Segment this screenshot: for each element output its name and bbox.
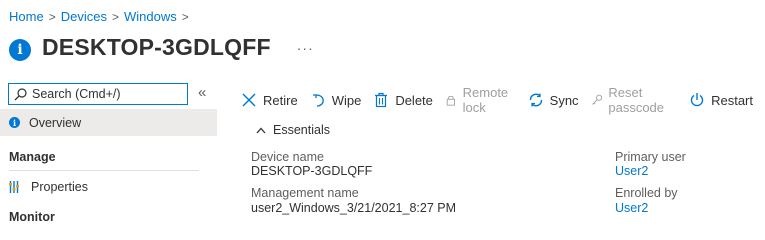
enrolled-by-link[interactable]: User2 [615, 201, 648, 215]
search-input[interactable] [32, 87, 182, 101]
retire-label: Retire [263, 92, 298, 108]
essentials-toggle[interactable]: Essentials [256, 123, 330, 137]
reset-passcode-button[interactable]: Reset passcode [591, 85, 678, 115]
breadcrumb-home[interactable]: Home [9, 9, 44, 24]
page-title: DESKTOP-3GDLQFF [42, 33, 271, 60]
x-icon [242, 93, 256, 107]
primary-user-label: Primary user [615, 150, 686, 164]
power-icon [690, 93, 704, 107]
wipe-label: Wipe [331, 92, 362, 108]
breadcrumb-separator: > [48, 9, 56, 24]
sync-label: Sync [549, 92, 579, 108]
remote-lock-button[interactable]: Remote lock [445, 85, 516, 115]
sidebar-item-properties[interactable]: Properties [9, 178, 88, 196]
retire-button[interactable]: Retire [241, 92, 298, 108]
restart-label: Restart [711, 92, 753, 108]
device-name-value: DESKTOP-3GDLQFF [251, 164, 373, 178]
sidebar-item-overview[interactable]: i Overview [0, 109, 217, 136]
delete-label: Delete [395, 92, 433, 108]
breadcrumb-windows[interactable]: Windows [124, 9, 177, 24]
command-toolbar: Retire Wipe Delete Remote lock Sync Rese… [241, 85, 765, 115]
key-icon [591, 94, 602, 105]
section-heading-manage: Manage [9, 150, 56, 164]
enrolled-by-label: Enrolled by [615, 186, 678, 200]
essentials-heading: Essentials [273, 123, 330, 137]
sync-button[interactable]: Sync [528, 92, 579, 108]
sidebar-item-label: Properties [31, 180, 88, 194]
trash-icon [375, 92, 388, 108]
info-icon: i [9, 39, 31, 61]
info-icon: i [9, 117, 20, 128]
reset-passcode-label: Reset passcode [608, 85, 665, 115]
breadcrumb-separator: > [181, 9, 189, 24]
search-box[interactable] [8, 83, 188, 105]
search-icon [14, 87, 27, 100]
collapse-sidebar-button[interactable]: « [198, 84, 206, 101]
more-options-button[interactable]: ··· [297, 40, 314, 56]
delete-button[interactable]: Delete [373, 92, 433, 108]
sync-icon [529, 93, 542, 107]
breadcrumb-separator: > [111, 9, 119, 24]
primary-user-link[interactable]: User2 [615, 164, 648, 178]
divider [9, 170, 199, 171]
properties-icon [9, 181, 19, 193]
wipe-icon [312, 94, 324, 107]
breadcrumb-devices[interactable]: Devices [61, 9, 107, 24]
breadcrumb: Home > Devices > Windows > [9, 9, 194, 24]
section-heading-monitor: Monitor [9, 210, 55, 224]
wipe-button[interactable]: Wipe [310, 92, 362, 108]
management-name-value: user2_Windows_3/21/2021_8:27 PM [251, 201, 456, 215]
chevron-up-icon [256, 127, 266, 133]
device-name-label: Device name [251, 150, 324, 164]
remote-lock-label: Remote lock [462, 85, 509, 115]
sidebar-item-label: Overview [29, 115, 82, 130]
management-name-label: Management name [251, 186, 359, 200]
lock-icon [446, 95, 455, 106]
title-row: i DESKTOP-3GDLQFF ··· [9, 33, 314, 61]
restart-button[interactable]: Restart [689, 92, 753, 108]
